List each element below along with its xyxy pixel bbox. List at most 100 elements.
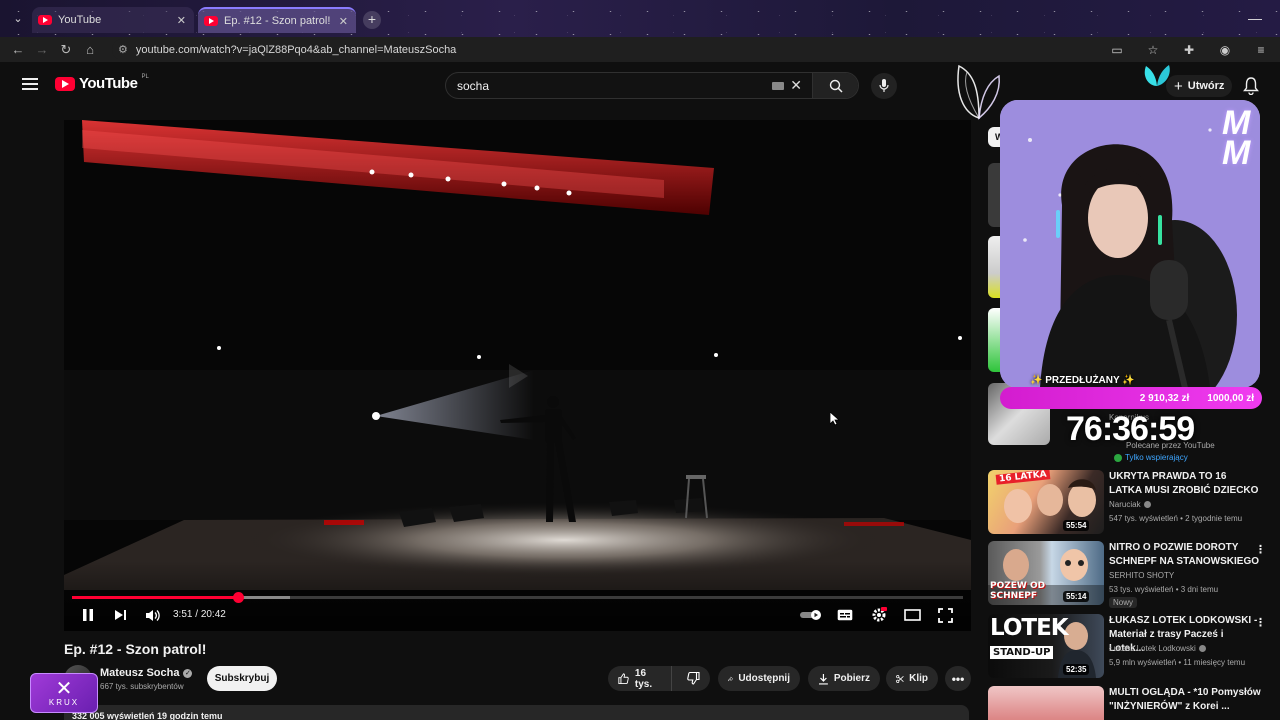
duration: 20:42 xyxy=(200,609,226,620)
browser-tab-bar: ⌄ YouTube ✕ Ep. #12 - Szon patrol! - You… xyxy=(0,0,1280,37)
thumbnail-caption: LOTEK xyxy=(990,615,1069,641)
fullscreen-button[interactable] xyxy=(936,606,954,624)
clear-search-icon[interactable]: ✕ xyxy=(790,77,802,94)
sub-goal-bar: 2 910,32 zł 1000,00 zł xyxy=(1000,387,1262,409)
tab-close-icon[interactable]: ✕ xyxy=(177,14,186,27)
video-frame-stage xyxy=(64,120,971,631)
tab-youtube[interactable]: YouTube ✕ xyxy=(32,7,194,33)
search-input[interactable] xyxy=(446,73,773,98)
video-title: Ep. #12 - Szon patrol! xyxy=(64,641,207,657)
time-display: 3:51 / 20:42 xyxy=(173,609,226,620)
country-code: PL xyxy=(141,73,149,80)
fullscreen-icon xyxy=(937,607,953,623)
volume-button[interactable] xyxy=(144,606,162,624)
video-player[interactable]: 3:51 / 20:42 xyxy=(64,120,971,631)
home-icon[interactable]: ⌂ xyxy=(78,42,102,57)
members-only-label: Tylko wspierający xyxy=(1125,453,1188,462)
recommendation-item[interactable]: POZEW OD SCHNEPF 55:14 NITRO O POZWIE DO… xyxy=(988,541,1280,608)
new-tab-button[interactable]: + xyxy=(363,11,381,29)
next-button[interactable] xyxy=(112,606,128,624)
like-dislike-group: 16 tys. xyxy=(608,666,710,691)
menu-icon[interactable] xyxy=(22,78,38,91)
volume-icon xyxy=(146,609,160,621)
dislike-button[interactable] xyxy=(677,672,710,685)
reload-icon[interactable]: ↻ xyxy=(54,42,78,58)
recommendation-meta: 547 tys. wyświetleń • 2 tygodnie temu xyxy=(1109,514,1243,523)
search-icon xyxy=(829,79,843,93)
more-vertical-icon[interactable]: ⋮ xyxy=(1255,616,1266,629)
download-button[interactable]: Pobierz xyxy=(808,666,880,691)
promo-by-line: Polecane przez YouTube xyxy=(1126,441,1215,450)
mouse-cursor-icon xyxy=(830,412,840,426)
notifications-bell-icon[interactable] xyxy=(1243,77,1259,95)
subscriber-count: 667 tys. subskrybentów xyxy=(100,682,184,691)
tab-close-icon[interactable]: ✕ xyxy=(339,15,348,28)
recommendation-item[interactable]: MULTI OGLĄDA - *10 Pomysłów "INŻYNIERÓW"… xyxy=(988,686,1280,720)
recommendation-meta: 53 tys. wyświetleń • 3 dni temu xyxy=(1109,585,1219,594)
cast-icon[interactable]: ▭ xyxy=(1104,43,1130,57)
webcam-scene xyxy=(1000,100,1260,388)
new-badge: Nowy xyxy=(1109,597,1138,608)
more-actions-button[interactable]: ••• xyxy=(945,666,971,691)
autoplay-toggle[interactable] xyxy=(798,606,824,624)
progress-bar[interactable] xyxy=(72,592,963,603)
autoplay-toggle-icon xyxy=(800,610,821,620)
share-label: Udostępnij xyxy=(738,673,790,684)
bookmark-star-icon[interactable]: ☆ xyxy=(1140,43,1166,57)
youtube-logo[interactable]: YouTube PL xyxy=(55,73,149,92)
share-button[interactable]: Udostępnij xyxy=(718,666,800,691)
recommendation-meta: 5,9 mln wyświetleń • 11 miesięcy temu xyxy=(1109,658,1246,667)
thumbs-up-icon xyxy=(618,673,629,684)
back-arrow-icon[interactable]: ← xyxy=(6,42,30,57)
video-duration: 52:35 xyxy=(1063,664,1090,675)
krux-watermark: ✕ KRUX xyxy=(30,673,98,713)
recommendation-item[interactable]: 16 LATKA 55:54 UKRYTA PRAWDA TO 16 LATKA… xyxy=(988,470,1280,536)
progress-scrubber[interactable] xyxy=(232,592,244,603)
site-settings-icon[interactable]: ⚙ xyxy=(118,43,128,56)
forward-arrow-icon[interactable]: → xyxy=(30,42,54,57)
like-button[interactable]: 16 tys. xyxy=(608,666,672,691)
recommendation-title: MULTI OGLĄDA - *10 Pomysłów "INŻYNIERÓW"… xyxy=(1109,687,1261,712)
tab-search-button[interactable]: ⌄ xyxy=(8,9,28,29)
voice-search-button[interactable] xyxy=(871,73,897,99)
sub-goal-current: 2 910,32 zł xyxy=(1139,392,1190,404)
recommendation-thumbnail[interactable] xyxy=(988,686,1104,720)
recommendation-channel: SERHITO SHOTY xyxy=(1109,571,1175,580)
address-bar[interactable]: ⚙ youtube.com/watch?v=jaQlZ88Pqo4&ab_cha… xyxy=(112,39,1122,60)
hidden-thumb-strip xyxy=(988,163,1000,227)
members-only-badge: Tylko wspierający xyxy=(1114,453,1188,462)
microphone-icon xyxy=(879,79,889,92)
window-minimize-button[interactable]: — xyxy=(1248,10,1262,26)
tab-title: Ep. #12 - Szon patrol! - YouTube xyxy=(224,15,333,27)
streamer-webcam-overlay xyxy=(1000,100,1260,388)
search-button[interactable] xyxy=(812,73,858,98)
extensions-icon[interactable]: ✚ xyxy=(1176,43,1202,57)
profile-icon[interactable]: ◉ xyxy=(1212,43,1238,57)
sub-goal-label: ✨ PRZEDŁUŻANY ✨ xyxy=(1030,375,1135,386)
thumbs-down-icon xyxy=(687,672,700,685)
pause-icon xyxy=(83,609,93,621)
recommendation-item[interactable]: LOTEK STAND-UP 52:35 ŁUKASZ LOTEK LODKOW… xyxy=(988,614,1280,680)
like-count: 16 tys. xyxy=(634,667,653,690)
youtube-favicon-icon xyxy=(204,16,218,26)
pause-button[interactable] xyxy=(80,606,96,624)
search-box: ✕ xyxy=(445,72,859,99)
video-duration: 55:14 xyxy=(1063,591,1090,602)
channel-name-row[interactable]: Mateusz Socha ✓ xyxy=(100,667,193,679)
subtitles-button[interactable] xyxy=(836,606,854,624)
krux-wordmark: KRUX xyxy=(48,697,80,707)
toolbar-actions: ▭ ☆ ✚ ◉ ≡ xyxy=(1104,37,1280,62)
members-dot-icon xyxy=(1114,453,1122,462)
theater-mode-button[interactable] xyxy=(903,606,921,624)
views-and-date[interactable]: 332 005 wyświetleń 19 godzin temu xyxy=(64,705,969,720)
settings-button[interactable] xyxy=(870,606,888,624)
create-button[interactable]: + Utwórz xyxy=(1166,75,1233,97)
subscribe-button[interactable]: Subskrybuj xyxy=(207,666,277,691)
youtube-wordmark: YouTube xyxy=(79,75,138,92)
reading-list-icon[interactable]: ≡ xyxy=(1248,43,1274,57)
current-time: 3:51 xyxy=(173,609,193,620)
clip-button[interactable]: Klip xyxy=(886,666,938,691)
keyboard-icon[interactable] xyxy=(772,81,785,90)
tab-video-active[interactable]: Ep. #12 - Szon patrol! - YouTube ✕ xyxy=(198,7,356,33)
more-vertical-icon[interactable]: ⋮ xyxy=(1255,543,1266,556)
